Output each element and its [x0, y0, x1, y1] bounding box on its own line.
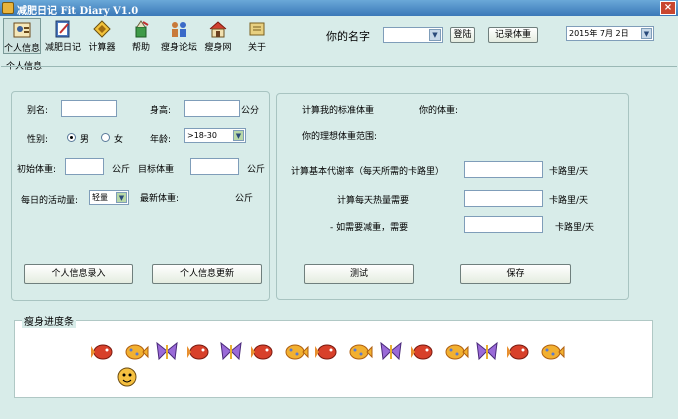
chevron-down-icon: ▼: [641, 28, 652, 39]
toolbar-label: 关于: [247, 43, 266, 53]
toolbar-calculator[interactable]: 计算器: [83, 18, 121, 54]
forum-icon: [172, 22, 186, 37]
activity-value: 轻量: [92, 193, 108, 202]
enter-info-button[interactable]: 个人信息录入: [24, 264, 133, 284]
record-weight-button[interactable]: 记录体重: [488, 27, 538, 43]
red-fish-icon: [507, 344, 529, 360]
toolbar-label: 瘦身网: [204, 43, 232, 53]
date-picker[interactable]: 2015年 7月 2日 ▼: [566, 26, 654, 41]
progress-area: [14, 320, 653, 398]
home-icon: [209, 21, 227, 38]
red-fish-icon: [91, 344, 113, 360]
target-weight-input[interactable]: [190, 158, 239, 175]
bmr-unit: 卡路里/天: [549, 167, 589, 177]
ideal-range-label: 你的理想体重范围:: [302, 132, 378, 142]
toolbar-forum[interactable]: 瘦身论坛: [160, 18, 198, 54]
height-unit: 公分: [241, 106, 260, 116]
toolbar-personal-info[interactable]: 个人信息: [3, 18, 41, 54]
height-label: 身高:: [150, 106, 172, 116]
daily-heat-input[interactable]: [464, 190, 543, 207]
butterfly-icon: [156, 341, 178, 361]
chevron-down-icon: ▼: [233, 130, 244, 141]
age-label: 年龄:: [150, 135, 172, 145]
name-select[interactable]: ▼: [383, 27, 443, 43]
goldfish-icon: [541, 344, 565, 360]
progress-animation: [91, 341, 565, 387]
target-weight-label: 目标体重: [138, 165, 175, 175]
initial-weight-unit: 公斤: [112, 165, 131, 175]
notebook-icon: [55, 20, 70, 38]
gender-label: 性别:: [27, 135, 49, 145]
daily-heat-label: 计算每天热量需要: [337, 196, 410, 206]
help-icon: [135, 20, 149, 38]
red-fish-icon: [187, 344, 209, 360]
initial-weight-label: 初始体重:: [17, 165, 57, 175]
red-fish-icon: [251, 344, 273, 360]
alias-input[interactable]: [61, 100, 117, 117]
goldfish-icon: [445, 344, 469, 360]
window-title: 减肥日记 Fit Diary V1.0: [17, 6, 139, 17]
test-button[interactable]: 测试: [304, 264, 414, 284]
gender-female-radio[interactable]: [101, 133, 110, 142]
personal-info-panel: 别名: 身高: 公分 性别: 男 女 年龄: >18-30 ▼ 初始体重: 公斤…: [11, 91, 270, 301]
alias-label: 别名:: [27, 106, 49, 116]
latest-weight-unit: 公斤: [235, 194, 254, 204]
reduce-input[interactable]: [464, 216, 543, 233]
character-icon: [117, 367, 137, 387]
toolbar-label: 个人信息: [4, 44, 41, 54]
goldfish-icon: [125, 344, 149, 360]
toolbar-about[interactable]: 关于: [238, 18, 276, 54]
calculator-icon: [93, 20, 111, 38]
bmr-label: 计算基本代谢率（每天所需的卡路里）: [291, 167, 445, 177]
calculator-panel: 计算我的标准体重 你的体重: 你的理想体重范围: 计算基本代谢率（每天所需的卡路…: [276, 93, 629, 300]
butterfly-icon: [380, 341, 402, 361]
red-fish-icon: [411, 344, 433, 360]
toolbar-label: 计算器: [88, 43, 116, 53]
butterfly-icon: [220, 341, 242, 361]
goldfish-icon: [349, 344, 373, 360]
activity-select[interactable]: 轻量 ▼: [89, 190, 129, 205]
gender-male-label: 男: [80, 135, 90, 145]
toolbar-diary[interactable]: 减肥日记: [44, 18, 82, 54]
update-info-button[interactable]: 个人信息更新: [152, 264, 262, 284]
name-label: 你的名字: [326, 30, 370, 43]
toolbar-label: 瘦身论坛: [160, 43, 197, 53]
progress-title: 瘦身进度条: [22, 313, 76, 328]
save-button[interactable]: 保存: [460, 264, 571, 284]
standard-weight-label: 计算我的标准体重: [302, 106, 375, 116]
date-value: 2015年 7月 2日: [569, 29, 629, 38]
toolbar-help[interactable]: 帮助: [122, 18, 160, 54]
red-fish-icon: [315, 344, 337, 360]
reduce-label: - 如需要减重，需要: [330, 223, 409, 233]
initial-weight-input[interactable]: [65, 158, 104, 175]
height-input[interactable]: [184, 100, 240, 117]
activity-label: 每日的活动量:: [21, 196, 79, 206]
butterfly-icon: [476, 341, 498, 361]
gender-female-label: 女: [114, 135, 124, 145]
latest-weight-label: 最新体重:: [140, 194, 180, 204]
age-value: >18-30: [187, 131, 217, 140]
close-button[interactable]: ×: [660, 1, 676, 15]
target-weight-unit: 公斤: [247, 165, 266, 175]
id-card-icon: [13, 22, 31, 38]
app-icon: [2, 2, 14, 14]
toolbar-website[interactable]: 瘦身网: [199, 18, 237, 54]
goldfish-icon: [285, 344, 309, 360]
chevron-down-icon: ▼: [429, 29, 441, 41]
title-bar: 减肥日记 Fit Diary V1.0 ×: [0, 0, 678, 17]
your-weight-label: 你的体重:: [419, 106, 459, 116]
age-select[interactable]: >18-30 ▼: [184, 128, 246, 143]
login-button[interactable]: 登陆: [450, 27, 475, 43]
reduce-unit: 卡路里/天: [555, 223, 595, 233]
daily-heat-unit: 卡路里/天: [549, 196, 589, 206]
gender-male-radio[interactable]: [67, 133, 76, 142]
toolbar-label: 帮助: [131, 43, 150, 53]
bmr-input[interactable]: [464, 161, 543, 178]
toolbar-label: 减肥日记: [44, 43, 81, 53]
about-icon: [249, 22, 265, 36]
chevron-down-icon: ▼: [116, 192, 127, 203]
